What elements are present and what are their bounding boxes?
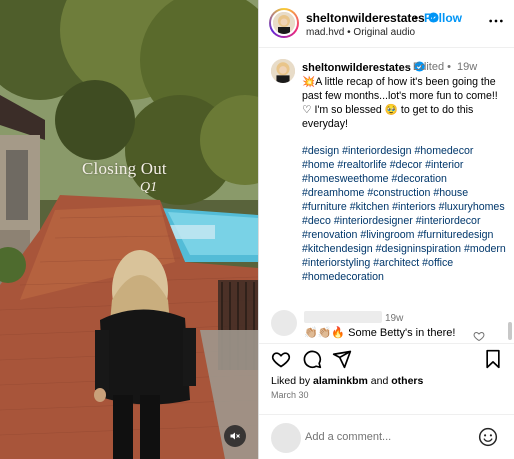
- hashtag-link[interactable]: #house: [433, 187, 468, 199]
- likes-middle: and: [367, 375, 392, 387]
- header-separator: •: [414, 11, 419, 25]
- emoji-icon[interactable]: [478, 427, 498, 447]
- hashtag-link[interactable]: #interiordecor: [416, 215, 481, 227]
- caption-text: 💥A little recap of how it's been going t…: [302, 76, 498, 130]
- likes-others-link[interactable]: others: [391, 375, 423, 387]
- post-actions: [259, 347, 514, 373]
- likes-user-link[interactable]: alaminkbm: [313, 375, 368, 387]
- hashtag-link[interactable]: #furniture: [302, 201, 347, 213]
- follow-button[interactable]: Follow: [424, 11, 462, 25]
- commenter-avatar[interactable]: [271, 310, 297, 336]
- share-icon[interactable]: [332, 349, 352, 369]
- caption-avatar-photo: [271, 59, 295, 83]
- heart-icon[interactable]: [271, 349, 291, 369]
- hashtag-link[interactable]: #kitchendesign: [302, 243, 373, 255]
- hashtag-link[interactable]: #furnituredesign: [417, 229, 493, 241]
- comment-text: 👏🏼👏🏼🔥 Some Betty's in there!: [304, 327, 456, 339]
- hashtag-link[interactable]: #luxuryhomes: [439, 201, 505, 213]
- commenter-username-blurred: [304, 311, 382, 323]
- hashtag-list: #design #interiordesign #homedecor #home…: [302, 144, 507, 284]
- video-overlay-subtitle: Q1: [140, 180, 158, 195]
- add-comment-bar: [259, 414, 514, 459]
- bookmark-icon[interactable]: [483, 349, 503, 369]
- comment-timestamp: 19w: [385, 313, 404, 324]
- caption-edited-label: • Edited •: [406, 61, 452, 73]
- hashtag-link[interactable]: #interiordesigner: [334, 215, 413, 227]
- muted-speaker-icon: [230, 432, 240, 440]
- likes-summary: Liked by alaminkbm and others: [271, 375, 423, 387]
- caption-username-text[interactable]: sheltonwilderestates: [302, 62, 411, 74]
- video-player[interactable]: Closing Out Q1: [0, 0, 258, 459]
- hashtag-link[interactable]: #livingroom: [360, 229, 414, 241]
- hashtag-link[interactable]: #construction: [367, 187, 430, 199]
- caption-timestamp[interactable]: 19w: [457, 61, 477, 73]
- add-comment-input[interactable]: [305, 427, 475, 447]
- post-panel: sheltonwilderestates • Follow mad.hvd • …: [258, 0, 514, 459]
- caption: sheltonwilderestates • Edited • 19w 💥A l…: [259, 55, 514, 310]
- hashtag-link[interactable]: #office: [422, 257, 453, 269]
- audio-attribution[interactable]: mad.hvd • Original audio: [306, 27, 415, 38]
- hashtag-link[interactable]: #interior: [425, 159, 463, 171]
- hashtag-link[interactable]: #renovation: [302, 229, 357, 241]
- hashtag-link[interactable]: #architect: [373, 257, 419, 269]
- comments-scrollbar[interactable]: [507, 322, 513, 340]
- caption-avatar[interactable]: [271, 59, 295, 83]
- hashtag-link[interactable]: #kitchen: [350, 201, 389, 213]
- profile-avatar[interactable]: [269, 8, 299, 38]
- post-header: sheltonwilderestates • Follow mad.hvd • …: [259, 0, 514, 48]
- comment-item: 19w 👏🏼👏🏼🔥 Some Betty's in there!: [259, 308, 514, 342]
- video-frame: [0, 0, 258, 459]
- header-username-text[interactable]: sheltonwilderestates: [306, 11, 425, 25]
- header-username[interactable]: sheltonwilderestates: [306, 11, 439, 25]
- hashtag-link[interactable]: #homedecoration: [302, 271, 384, 283]
- video-overlay-title: Closing Out: [82, 159, 167, 178]
- hashtag-link[interactable]: #realtorlife: [337, 159, 386, 171]
- current-user-avatar: [271, 423, 301, 453]
- hashtag-link[interactable]: #designinspiration: [376, 243, 461, 255]
- hashtag-link[interactable]: #deco: [302, 215, 331, 227]
- post-date[interactable]: March 30: [271, 390, 309, 400]
- mute-button[interactable]: [224, 425, 246, 447]
- hashtag-link[interactable]: #interiors: [392, 201, 436, 213]
- hashtag-link[interactable]: #homesweethome: [302, 173, 389, 185]
- comment-like-heart-icon[interactable]: [473, 330, 485, 342]
- likes-prefix: Liked by: [271, 375, 314, 387]
- hashtag-link[interactable]: #modern: [464, 243, 506, 255]
- more-options-icon[interactable]: [488, 13, 504, 29]
- hashtag-link[interactable]: #dreamhome: [302, 187, 364, 199]
- hashtag-link[interactable]: #design: [302, 145, 339, 157]
- hashtag-link[interactable]: #decor: [390, 159, 422, 171]
- comment-icon[interactable]: [302, 349, 322, 369]
- hashtag-link[interactable]: #decoration: [392, 173, 447, 185]
- hashtag-link[interactable]: #interiordesign: [342, 145, 412, 157]
- actions-divider: [259, 343, 514, 344]
- hashtag-link[interactable]: #home: [302, 159, 334, 171]
- hashtag-link[interactable]: #interiorstyling: [302, 257, 370, 269]
- hashtag-link[interactable]: #homedecor: [415, 145, 474, 157]
- avatar-photo: [273, 12, 295, 34]
